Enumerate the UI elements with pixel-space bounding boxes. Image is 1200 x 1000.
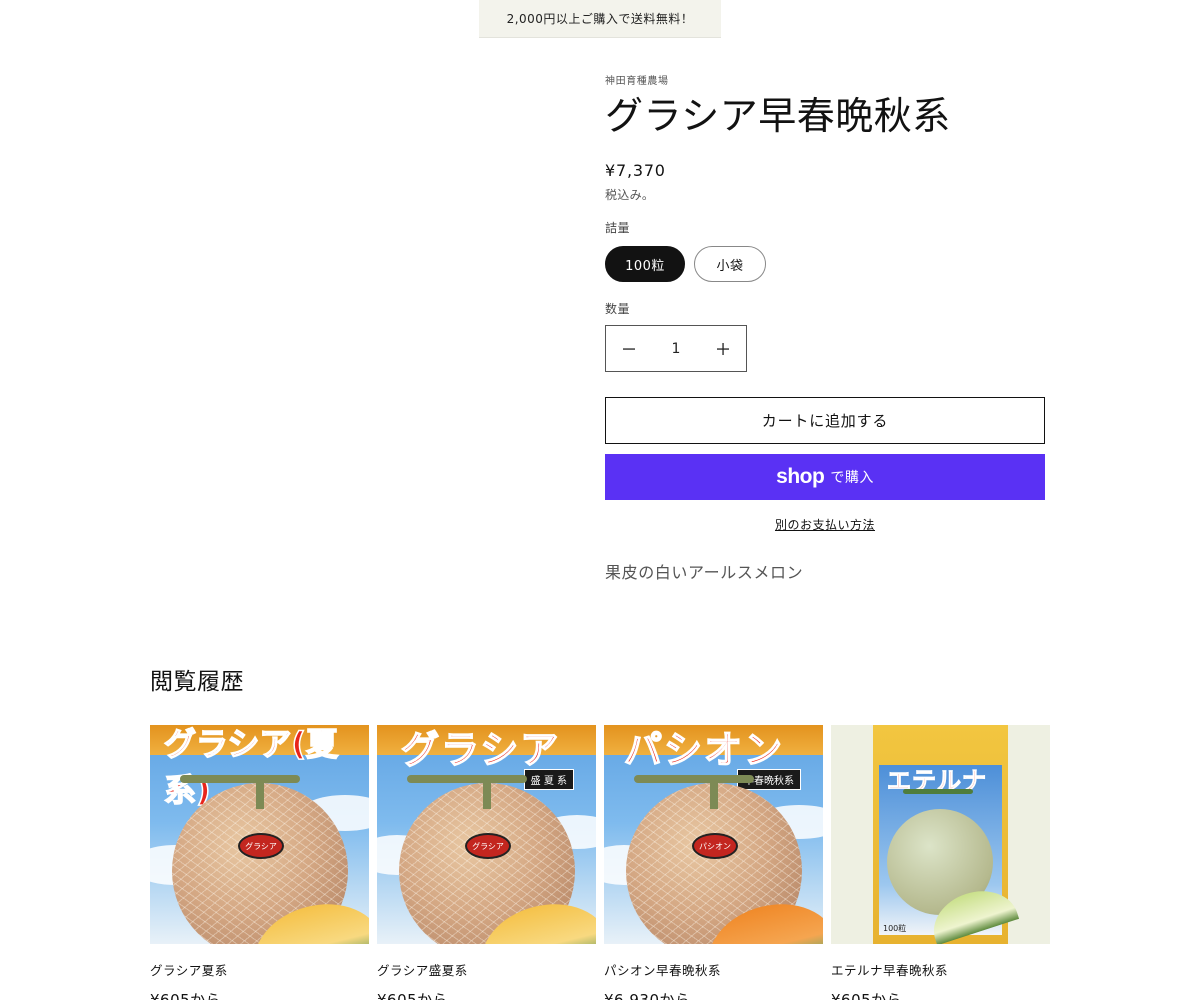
quantity-stepper: 1 [605,325,747,372]
product-card-title[interactable]: パシオン早春晩秋系 [604,960,823,979]
product-card-price: ¥605から [377,991,449,1000]
variant-selector: 100粒 小袋 [605,246,1045,282]
shop-pay-logo: shop [776,465,825,488]
product-card-image[interactable]: エテルナ 100粒 [831,725,1050,944]
product-card-image[interactable]: グラシア 盛 夏 系 グラシア [377,725,596,944]
package-title: パシオン [623,727,785,773]
product-card-title[interactable]: グラシア盛夏系 [377,960,596,979]
product-card-image[interactable]: グラシア(夏系) グラシア [150,725,369,944]
package-subtitle: 盛 夏 系 [523,769,574,790]
product-card-price: ¥605から [150,991,222,1000]
product-card[interactable]: パシオン 早春晩秋系 パシオン パシオン早春晩秋系 ¥6,930から [604,725,823,1000]
product-card[interactable]: エテルナ 100粒 エテルナ早春晩秋系 ¥605から [831,725,1050,1000]
package-badge: パシオン [692,833,738,859]
product-price: ¥7,370 [605,161,666,180]
package-title: グラシア [400,727,561,773]
variant-option-small-bag[interactable]: 小袋 [694,246,766,282]
shop-pay-label: で購入 [830,470,874,486]
variant-label: 詰量 [605,221,631,235]
product-card[interactable]: グラシア 盛 夏 系 グラシア グラシア盛夏系 ¥605から [377,725,596,1000]
quantity-input[interactable]: 1 [672,341,681,357]
product-vendor: 神田育種農場 [605,76,669,87]
package-badge: グラシア [238,833,284,859]
add-to-cart-button[interactable]: カートに追加する [605,397,1045,444]
minus-icon [623,347,635,350]
recently-viewed-list: グラシア(夏系) グラシア グラシア夏系 ¥605から グラシア 盛 夏 系 グ… [150,725,1050,1000]
more-payment-options-link[interactable]: 別のお支払い方法 [605,516,1045,533]
tax-note: 税込み。 [605,188,655,202]
product-card-price: ¥605から [831,991,903,1000]
product-title: グラシア早春晩秋系 [605,94,951,138]
quantity-increase-button[interactable] [700,326,746,371]
product-card-title[interactable]: エテルナ早春晩秋系 [831,960,1050,979]
product-card-image[interactable]: パシオン 早春晩秋系 パシオン [604,725,823,944]
quantity-decrease-button[interactable] [606,326,652,371]
product-card[interactable]: グラシア(夏系) グラシア グラシア夏系 ¥605から [150,725,369,1000]
plus-icon [716,342,729,355]
shop-pay-button[interactable]: shop で購入 [605,454,1045,500]
variant-option-100[interactable]: 100粒 [605,246,685,282]
package-count: 100粒 [883,924,907,933]
product-description: 果皮の白いアールスメロン [605,563,804,582]
recently-viewed-title: 閲覧履歴 [150,669,244,695]
package-badge: グラシア [465,833,511,859]
announcement-bar: 2,000円以上ご購入で送料無料！ [479,0,721,38]
announcement-text: 2,000円以上ご購入で送料無料！ [506,12,694,26]
product-card-price: ¥6,930から [604,991,691,1000]
product-info: 神田育種農場 グラシア早春晩秋系 ¥7,370 税込み。 詰量 100粒 小袋 … [605,72,1045,583]
product-card-title[interactable]: グラシア夏系 [150,960,369,979]
quantity-label: 数量 [605,302,631,316]
